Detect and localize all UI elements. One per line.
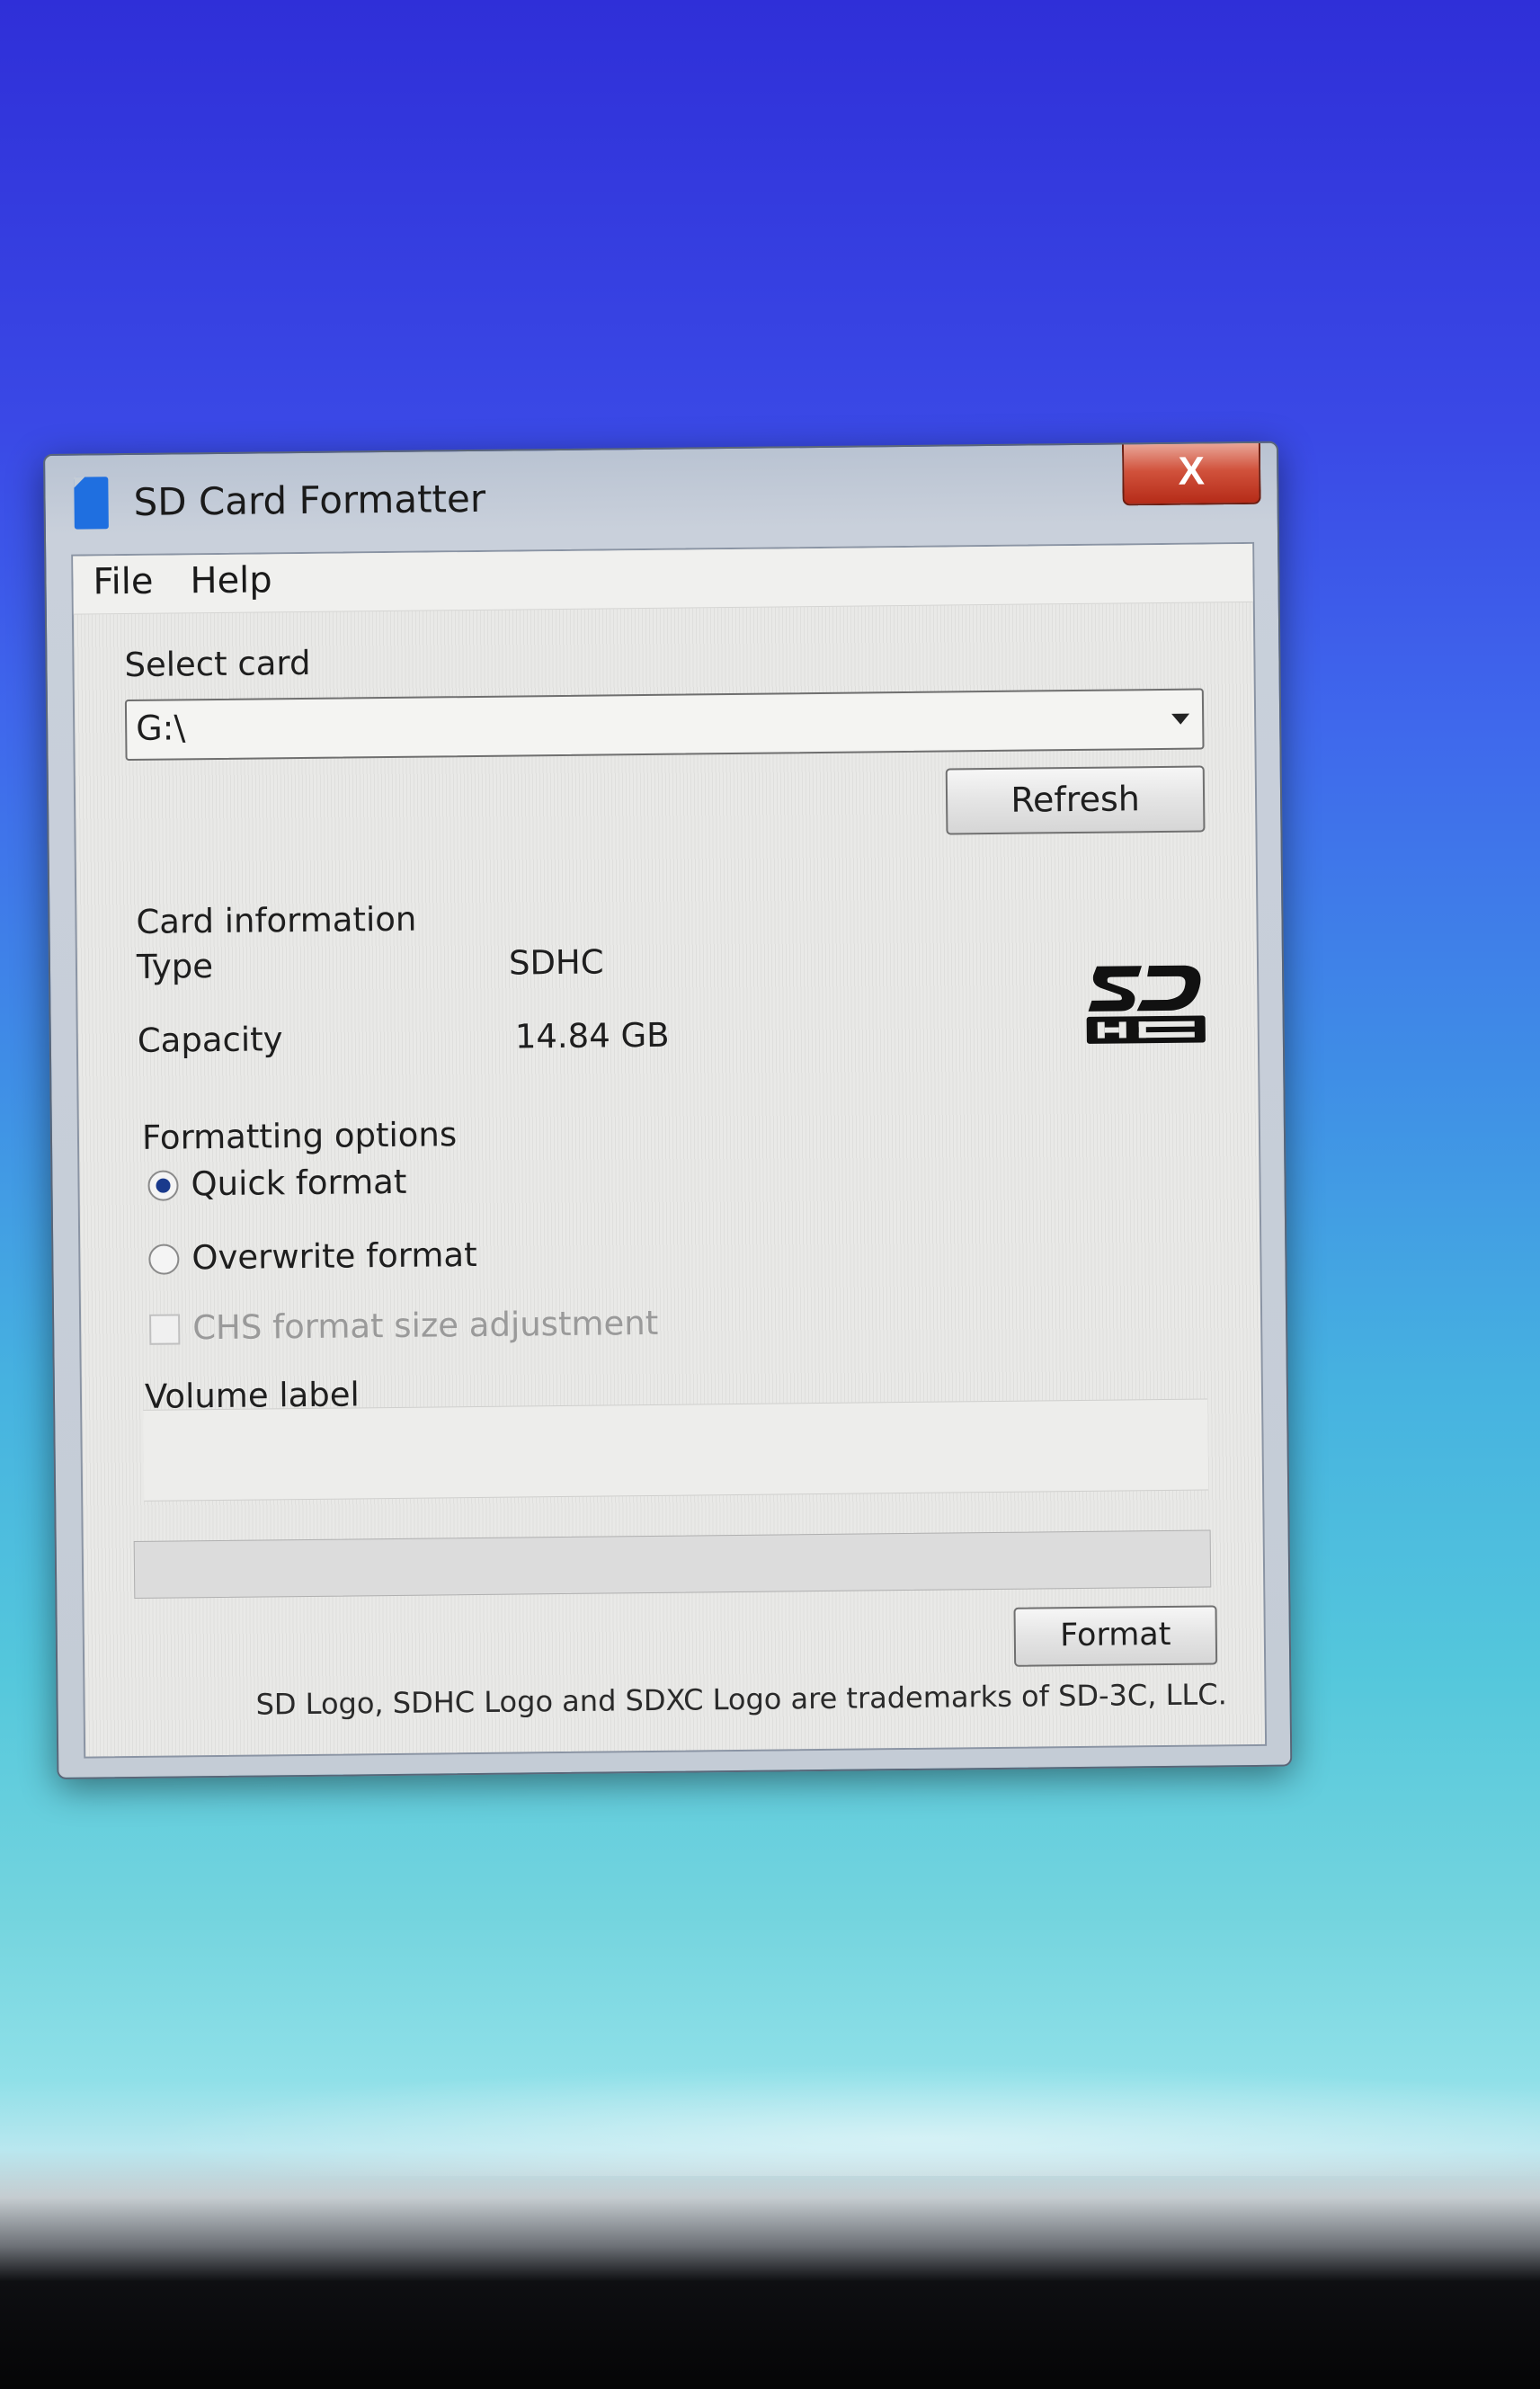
refresh-button[interactable]: Refresh bbox=[945, 765, 1206, 835]
select-card-label: Select card bbox=[124, 643, 311, 685]
card-select-dropdown[interactable]: G:\ bbox=[124, 688, 1205, 762]
overwrite-format-label[interactable]: Overwrite format bbox=[191, 1235, 477, 1277]
sd-card-app-icon bbox=[74, 477, 109, 530]
quick-format-label[interactable]: Quick format bbox=[191, 1163, 406, 1204]
desktop-sheen bbox=[0, 2050, 1540, 2176]
formatting-options-heading: Formatting options bbox=[141, 1115, 458, 1157]
menu-bar: File Help bbox=[73, 543, 1253, 615]
type-label: Type bbox=[136, 947, 214, 986]
progress-fill bbox=[134, 1542, 136, 1598]
client-area: File Help Select card G:\ Refresh Card i… bbox=[71, 541, 1268, 1759]
capacity-label: Capacity bbox=[137, 1020, 283, 1060]
card-select-value: G:\ bbox=[135, 708, 186, 748]
menu-file[interactable]: File bbox=[93, 561, 153, 603]
capacity-value: 14.84 GB bbox=[514, 1015, 670, 1056]
chevron-down-icon bbox=[1171, 713, 1190, 725]
trademark-note: SD Logo, SDHC Logo and SDXC Logo are tra… bbox=[255, 1677, 1227, 1722]
window-title: SD Card Formatter bbox=[133, 476, 486, 524]
title-bar[interactable]: SD Card Formatter X bbox=[45, 442, 1277, 555]
sd-card-formatter-window: SD Card Formatter X File Help Select car… bbox=[43, 441, 1293, 1779]
volume-label-input[interactable] bbox=[143, 1398, 1209, 1502]
chs-size-adjustment-label: CHS format size adjustment bbox=[191, 1303, 659, 1348]
format-button[interactable]: Format bbox=[1013, 1605, 1218, 1667]
type-value: SDHC bbox=[508, 942, 604, 983]
format-progress-bar bbox=[133, 1529, 1212, 1600]
menu-help[interactable]: Help bbox=[190, 559, 272, 602]
quick-format-radio[interactable] bbox=[147, 1170, 179, 1201]
close-button[interactable]: X bbox=[1121, 442, 1261, 506]
card-information-heading: Card information bbox=[136, 899, 417, 941]
sdhc-logo-icon bbox=[1086, 965, 1206, 1044]
overwrite-format-radio[interactable] bbox=[148, 1244, 180, 1275]
chs-size-adjustment-checkbox[interactable] bbox=[149, 1314, 181, 1345]
